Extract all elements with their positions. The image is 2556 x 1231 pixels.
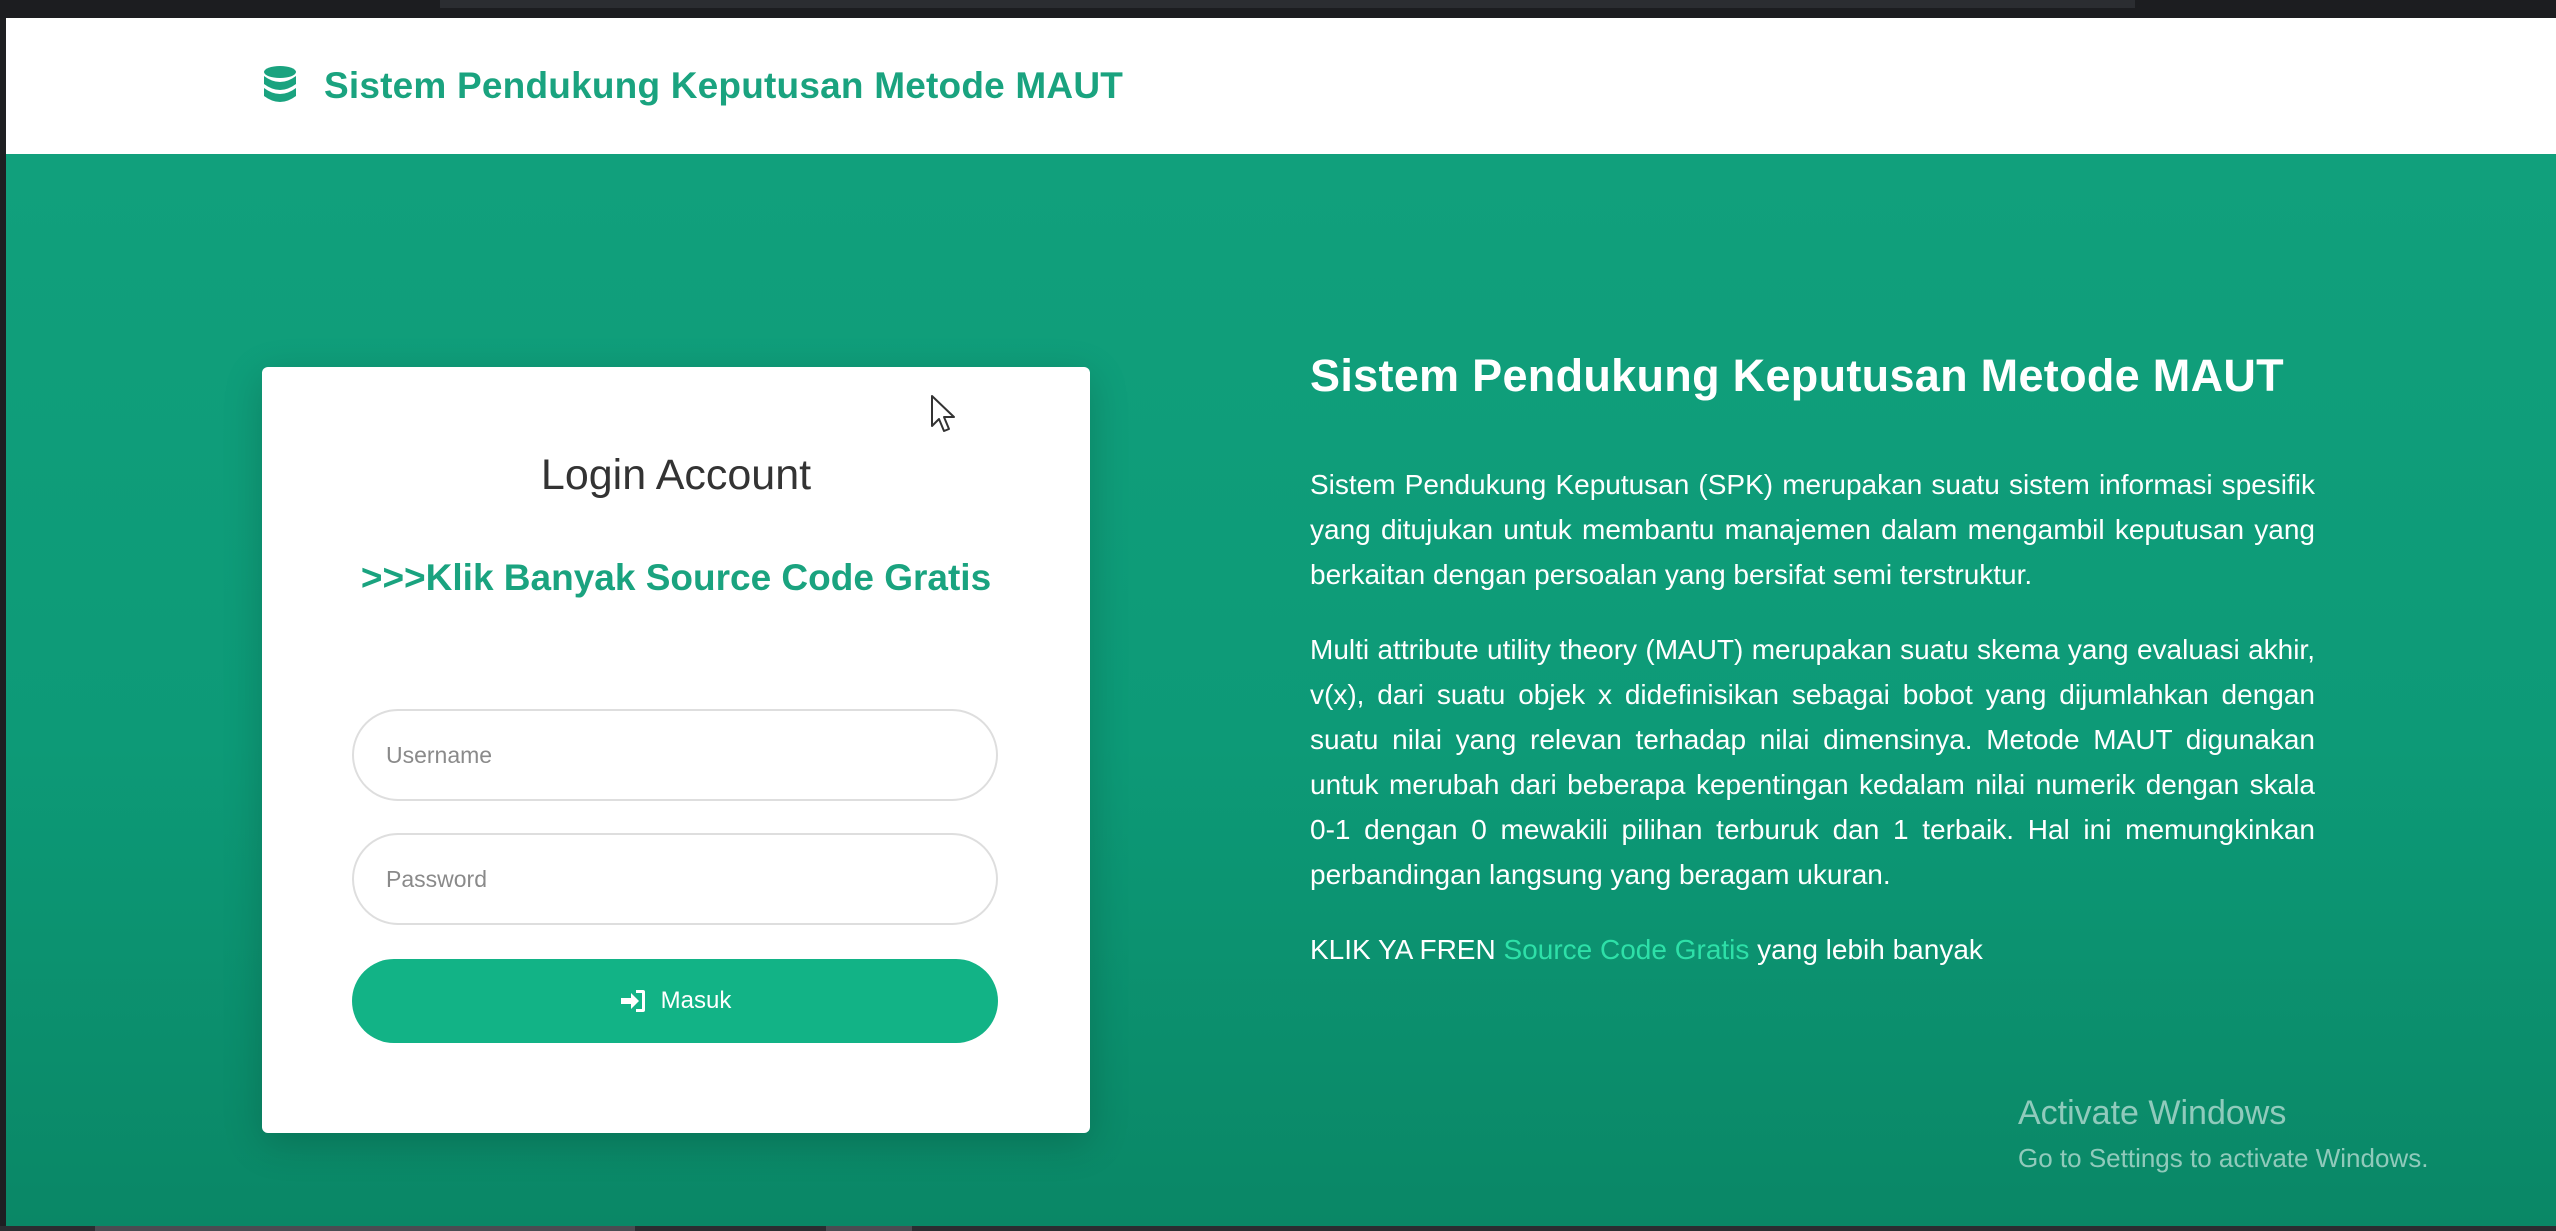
promo-link[interactable]: >>>Klik Banyak Source Code Gratis [262, 557, 1090, 599]
brand-title: Sistem Pendukung Keputusan Metode MAUT [324, 65, 1124, 106]
cta-prefix: KLIK YA FREN [1310, 934, 1496, 965]
windows-activation-watermark: Activate Windows Go to Settings to activ… [2018, 1094, 2428, 1174]
brand[interactable]: Sistem Pendukung Keputusan Metode MAUT [260, 64, 1123, 108]
info-paragraph-spk: Sistem Pendukung Keputusan (SPK) merupak… [1310, 469, 2315, 590]
info-panel: Sistem Pendukung Keputusan Metode MAUT S… [1310, 350, 2315, 1002]
login-title: Login Account [540, 451, 812, 499]
cta-line: KLIK YA FREN Source Code Gratis yang leb… [1310, 927, 2315, 972]
tab-strip [440, 0, 2135, 8]
login-card: Login Account >>>Klik Banyak Source Code… [262, 367, 1090, 1133]
login-button-label: Masuk [660, 987, 732, 1014]
navbar: Sistem Pendukung Keputusan Metode MAUT [6, 18, 2556, 154]
browser-top-strip [0, 0, 2556, 18]
password-field[interactable] [352, 833, 998, 925]
username-field[interactable] [352, 709, 998, 801]
info-paragraph-maut: Multi attribute utility theory (MAUT) me… [1310, 634, 2315, 890]
page-viewport: Sistem Pendukung Keputusan Metode MAUT L… [6, 18, 2556, 1226]
cta-suffix: yang lebih banyak [1757, 934, 1983, 965]
database-icon [264, 66, 296, 102]
scrollbar-segment [826, 1226, 912, 1231]
source-code-link[interactable]: Source Code Gratis [1504, 934, 1750, 965]
password-input[interactable] [354, 835, 996, 923]
username-input[interactable] [354, 711, 996, 799]
hero-section: Login Account >>>Klik Banyak Source Code… [6, 154, 2556, 1226]
bottom-scrollbar[interactable] [0, 1226, 2556, 1231]
watermark-subtitle: Go to Settings to activate Windows. [2018, 1143, 2429, 1173]
scrollbar-segment [95, 1226, 635, 1231]
login-button[interactable]: Masuk [352, 959, 998, 1043]
info-title: Sistem Pendukung Keputusan Metode MAUT [1310, 350, 2284, 401]
mouse-cursor-icon [931, 395, 955, 432]
sign-in-icon [620, 990, 645, 1012]
watermark-title: Activate Windows [2018, 1094, 2287, 1132]
